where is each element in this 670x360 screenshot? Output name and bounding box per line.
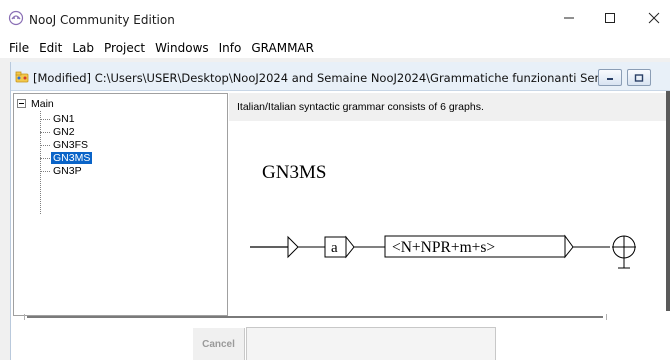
minimize-icon xyxy=(607,77,613,80)
graph-canvas[interactable]: GN3MS a <N+NPR+m+s> xyxy=(229,121,670,316)
tree-item-gn1[interactable]: GN1 xyxy=(40,113,77,125)
maximize-button[interactable] xyxy=(594,6,626,30)
menu-info[interactable]: Info xyxy=(214,41,247,55)
menu-project[interactable]: Project xyxy=(99,41,150,55)
menu-edit[interactable]: Edit xyxy=(34,41,67,55)
node-a-label: a xyxy=(331,240,338,256)
graph-tree[interactable]: Main GN1 GN2 GN3FS GN3MS GN3P xyxy=(13,93,228,316)
menu-lab[interactable]: Lab xyxy=(67,41,99,55)
graph-name: GN3MS xyxy=(262,162,326,183)
node-lexical-label: <N+NPR+m+s> xyxy=(392,239,495,256)
nooj-app-icon xyxy=(8,10,24,26)
close-icon xyxy=(648,12,660,24)
tree-item-label: GN3P xyxy=(53,165,82,177)
title-bar: NooJ Community Edition xyxy=(0,0,670,38)
graph-drawing: GN3MS a <N+NPR+m+s> xyxy=(250,162,636,269)
initial-node-arrow[interactable] xyxy=(287,235,299,259)
grammar-info-bar: Italian/Italian syntactic grammar consis… xyxy=(229,93,670,121)
cancel-button[interactable]: Cancel xyxy=(193,328,245,360)
tree-item-gn2[interactable]: GN2 xyxy=(40,126,77,138)
tree-item-label: GN3MS xyxy=(51,152,93,164)
tree-connector xyxy=(40,170,50,172)
close-button[interactable] xyxy=(638,6,670,30)
tree-connector xyxy=(40,118,50,120)
status-panel xyxy=(246,327,496,360)
child-minimize-button[interactable] xyxy=(598,69,622,86)
horizontal-scrollbar[interactable] xyxy=(27,316,603,318)
tree-item-label: GN2 xyxy=(53,126,75,138)
tree-item-gn3p[interactable]: GN3P xyxy=(40,165,84,177)
tree-item-label: GN3FS xyxy=(53,139,89,151)
node-a-arrow xyxy=(345,235,355,259)
minimize-button[interactable] xyxy=(553,6,585,30)
menu-bar: File Edit Lab Project Windows Info GRAMM… xyxy=(0,38,670,58)
grammar-info-text: Italian/Italian syntactic grammar consis… xyxy=(237,101,484,113)
tree-connector xyxy=(40,131,50,133)
tree-item-gn3ms[interactable]: GN3MS xyxy=(40,152,93,164)
child-maximize-button[interactable] xyxy=(627,69,651,86)
tree-connector xyxy=(40,144,50,146)
minimize-icon xyxy=(564,17,574,19)
workspace-edge xyxy=(0,62,10,360)
menu-windows[interactable]: Windows xyxy=(150,41,214,55)
tree-root-label: Main xyxy=(31,97,54,110)
collapse-icon[interactable] xyxy=(17,99,26,108)
tree-connector xyxy=(40,157,50,159)
tree-root[interactable]: Main xyxy=(17,97,56,110)
tree-item-label: GN1 xyxy=(53,113,75,125)
grammar-document-icon xyxy=(15,71,29,83)
document-path-title: [Modified] C:\Users\USER\Desktop\NooJ202… xyxy=(33,71,603,85)
grammar-window-title-bar[interactable]: [Modified] C:\Users\USER\Desktop\NooJ202… xyxy=(11,62,670,91)
app-title: NooJ Community Edition xyxy=(29,13,175,27)
maximize-icon xyxy=(605,13,615,23)
vertical-scrollbar[interactable] xyxy=(666,91,670,311)
menu-grammar[interactable]: GRAMMAR xyxy=(246,41,319,55)
tree-item-gn3fs[interactable]: GN3FS xyxy=(40,139,90,151)
maximize-icon xyxy=(634,73,644,82)
menu-file[interactable]: File xyxy=(4,41,34,55)
node-lexical-arrow xyxy=(564,234,574,259)
